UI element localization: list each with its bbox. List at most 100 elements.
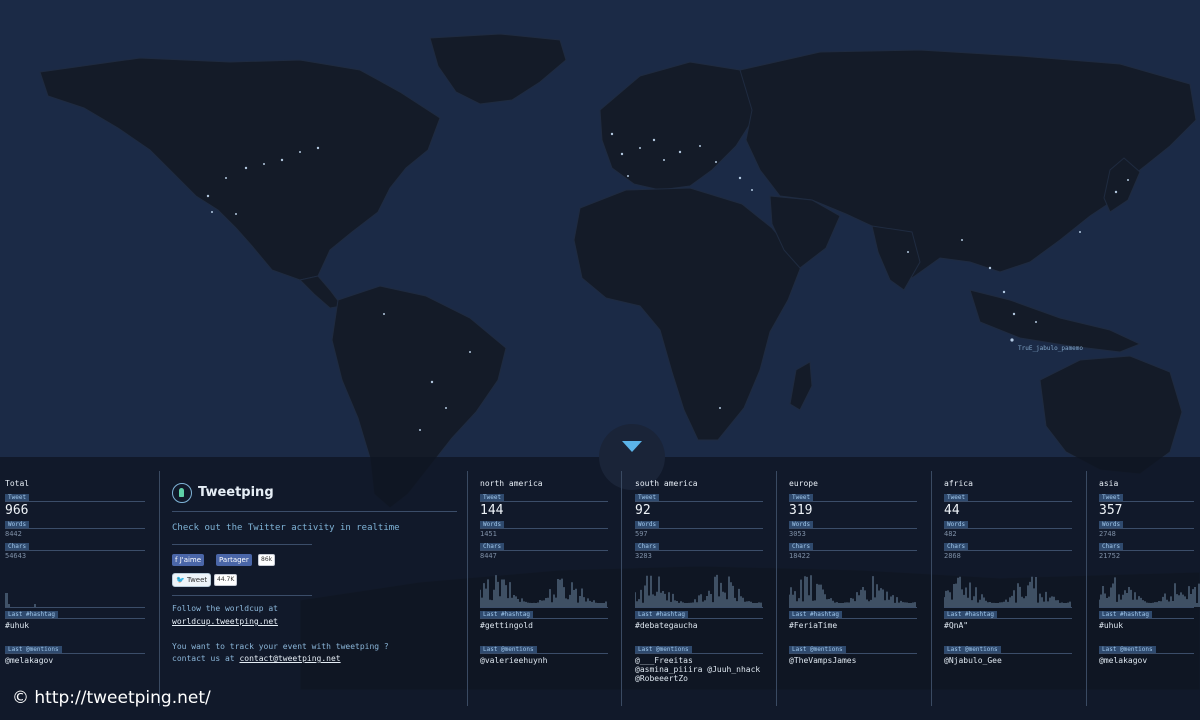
words-tag: Words [480,521,505,528]
region-title: africa [944,479,973,488]
activity-histogram [944,565,1072,607]
last-hashtag: #FeriaTime [789,621,838,630]
column-divider [931,471,932,706]
mentions-tag: Last @mentions [480,646,537,653]
chars-tag: Chars [789,543,814,550]
tweet-count: 319 [789,503,813,518]
activity-histogram [480,565,608,607]
words-count: 3053 [789,530,806,538]
last-mentions: @melakagov [1099,656,1148,665]
brand-panel: Tweetping Check out the Twitter activity… [172,482,457,663]
chars-count: 54643 [5,552,27,560]
tweet-tag: Tweet [5,494,30,501]
last-hashtag: #uhuk [1099,621,1124,630]
tweet-button[interactable]: 🐦 Tweet [172,573,212,587]
stats-column-europe: europe Tweet 319 Words 3053 Chars 18422 Last #h… [789,479,917,665]
words-count: 8442 [5,530,22,538]
contact-text: contact us at contact@tweetping.net [172,654,341,663]
hashtag-tag: Last #hashtag [1099,611,1152,618]
hashtag-tag: Last #hashtag [944,611,997,618]
tagline: Check out the Twitter activity in realti… [172,523,400,533]
landmass-india [871,225,921,291]
last-mentions: @valerieehuynh [480,656,548,665]
activity-histogram [5,565,145,607]
words-tag: Words [789,521,814,528]
chars-tag: Chars [5,543,30,550]
chars-count: 2868 [944,552,961,560]
track-text: You want to track your event with tweetp… [172,642,389,651]
words-tag: Words [635,521,660,528]
column-divider [467,471,468,706]
follow-text: Follow the worldcup at [172,604,278,613]
contact-link[interactable]: contact@tweetping.net [239,654,340,663]
map-tweet-label: TruE_jabulo_pamemo [1018,345,1084,352]
stats-column-asia: asia Tweet 357 Words 2748 Chars 21752 Last #has… [1099,479,1200,665]
column-divider [776,471,777,706]
copyright-text: © http://tweetping.net/ [12,688,211,708]
last-mentions: @TheVampsJames [789,656,857,665]
region-title: asia [1099,479,1119,488]
region-title: south america [635,479,698,488]
last-hashtag: #debategaucha [635,621,698,630]
last-mentions: @___Freeitas [635,656,693,665]
last-hashtag: #QnA" [944,621,969,630]
words-count: 1451 [480,530,497,538]
words-count: 482 [944,530,957,538]
column-divider [1086,471,1087,706]
tweet-count: 966 [5,503,29,518]
chevron-down-icon [622,441,642,452]
chars-tag: Chars [635,543,660,550]
last-mentions: @melakagov [5,656,54,665]
mentions-tag: Last @mentions [789,646,846,653]
region-title: europe [789,479,818,488]
words-tag: Words [5,521,30,528]
chars-count: 21752 [1099,552,1121,560]
facebook-like-button[interactable]: f J'aime [172,554,205,566]
facebook-count: 86k [258,554,276,566]
stats-column-africa: africa Tweet 44 Words 482 Chars 2868 Last #hash… [944,479,1072,665]
tweet-tag: Tweet [789,494,814,501]
last-mentions-more: @asmina_piiira @Juuh_nhack @RobeeertZo [635,665,761,683]
landmass-europe [599,61,761,191]
stats-column-south-america: south america Tweet 92 Words 597 Chars 3283 Las… [635,479,763,683]
tweet-tag: Tweet [1099,494,1124,501]
hashtag-tag: Last #hashtag [789,611,842,618]
last-hashtag: #uhuk [5,621,30,630]
tweet-count: 144 [480,503,504,518]
mentions-tag: Last @mentions [635,646,692,653]
activity-histogram [1099,565,1200,607]
mentions-tag: Last @mentions [1099,646,1156,653]
tweet-count: 357 [1099,503,1123,518]
landmass-indonesia [969,289,1142,353]
stats-column-total: Total Tweet 966 Words 8442 Chars 54643 L… [5,479,145,665]
landmass-madagascar [789,361,813,411]
column-divider [159,471,160,706]
chars-count: 18422 [789,552,811,560]
last-mentions: @Njabulo_Gee [944,656,1002,665]
tweet-tag: Tweet [635,494,660,501]
words-count: 2748 [1099,530,1116,538]
chars-tag: Chars [1099,543,1124,550]
tweet-count: 44 [944,503,960,518]
chars-tag: Chars [944,543,969,550]
landmass-greenland [429,33,567,105]
column-divider [621,471,622,706]
tweet-tag: Tweet [480,494,505,501]
mentions-tag: Last @mentions [944,646,1001,653]
tweetping-logo-icon [172,482,192,503]
brand-name: Tweetping [198,485,274,500]
tweet-tag: Tweet [944,494,969,501]
worldcup-link[interactable]: worldcup.tweetping.net [172,617,278,626]
activity-histogram [789,565,917,607]
words-tag: Words [944,521,969,528]
mentions-tag: Last @mentions [5,646,62,653]
facebook-share-button[interactable]: Partager [216,554,252,566]
activity-histogram [635,565,763,607]
hashtag-tag: Last #hashtag [480,611,533,618]
landmass-central-america [299,275,343,309]
words-count: 597 [635,530,648,538]
chars-count: 8447 [480,552,497,560]
words-tag: Words [1099,521,1124,528]
region-title: north america [480,479,543,488]
landmass-africa [573,187,803,441]
